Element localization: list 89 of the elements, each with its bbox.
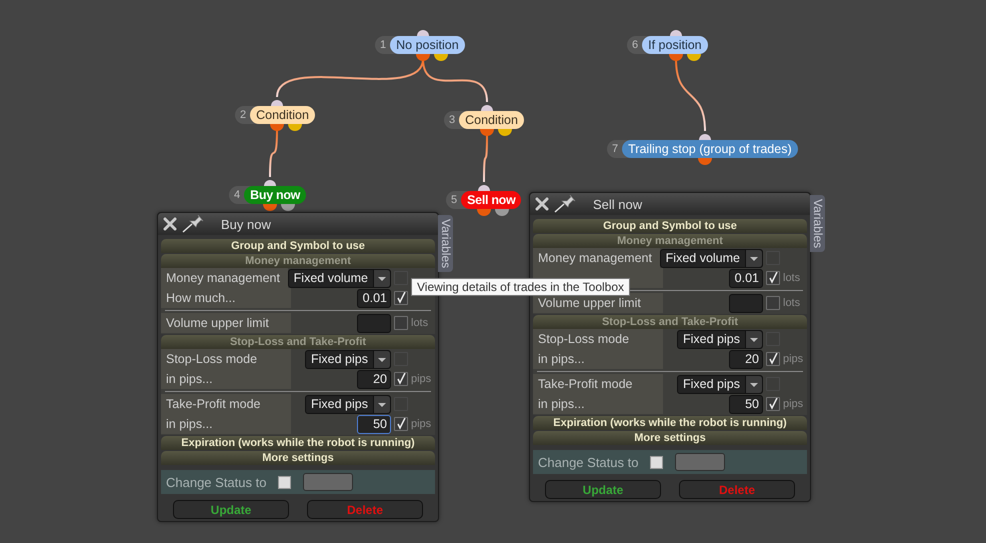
status-checkbox[interactable] <box>650 456 664 468</box>
section-header[interactable]: Expiration (works while the robot is running) <box>533 416 807 430</box>
field-label: in pips... <box>161 414 291 434</box>
field-label: Stop-Loss mode <box>533 329 663 349</box>
flow-node[interactable]: Condition <box>459 111 524 129</box>
number-field[interactable]: 0.01 <box>729 268 763 288</box>
section-header[interactable]: Group and Symbol to use <box>161 239 435 253</box>
connector <box>269 128 278 178</box>
number-field[interactable]: 20 <box>729 350 763 368</box>
field-label: Take-Profit mode <box>161 394 291 414</box>
input-port[interactable] <box>670 30 682 36</box>
number-field[interactable]: 50 <box>357 414 391 434</box>
output-port[interactable] <box>477 209 491 216</box>
checkbox[interactable] <box>766 397 780 411</box>
flow-node[interactable]: Trailing stop (group of trades) <box>622 140 798 158</box>
unit-label: pips <box>411 418 432 430</box>
status-checkbox[interactable] <box>278 476 292 488</box>
section-header[interactable]: Group and Symbol to use <box>533 219 807 233</box>
field-label: Money management <box>161 268 288 288</box>
flow-node[interactable]: Buy now <box>244 186 306 204</box>
number-field[interactable]: 20 <box>357 370 391 388</box>
caret-icon <box>745 376 762 392</box>
input-port[interactable] <box>481 105 493 111</box>
number-field[interactable]: 50 <box>729 394 763 414</box>
input-port[interactable] <box>271 100 283 106</box>
output-port[interactable] <box>669 54 683 61</box>
output-port[interactable] <box>288 124 302 131</box>
checkbox[interactable] <box>766 352 780 366</box>
input-port[interactable] <box>264 180 276 186</box>
unit-label: pips <box>411 373 432 385</box>
output-port[interactable] <box>687 54 701 61</box>
status-label: Change Status to <box>166 474 266 490</box>
flow-node[interactable]: If position <box>642 36 708 54</box>
field-label: Volume upper limit <box>161 313 291 333</box>
variables-tab[interactable]: Variables <box>438 215 453 272</box>
input-port[interactable] <box>699 134 711 140</box>
checkbox[interactable] <box>766 271 780 285</box>
field-label: How much... <box>161 288 291 308</box>
close-icon[interactable] <box>535 197 549 211</box>
close-icon[interactable] <box>163 217 177 231</box>
unit-label: pips <box>783 398 804 410</box>
unit-label: lots <box>411 317 430 329</box>
section-header[interactable]: More settings <box>533 431 807 445</box>
flow-node[interactable]: Condition <box>250 106 315 124</box>
section-header[interactable]: Expiration (works while the robot is running) <box>161 436 435 450</box>
checkbox[interactable] <box>394 316 408 330</box>
flow-node[interactable]: Sell now <box>461 191 522 209</box>
output-port[interactable] <box>495 209 509 216</box>
connector <box>483 134 488 182</box>
status-label: Change Status to <box>538 454 638 470</box>
unit-label: pips <box>783 353 804 365</box>
output-port[interactable] <box>480 129 494 136</box>
field-label: in pips... <box>161 369 291 389</box>
number-field[interactable] <box>357 314 391 332</box>
status-field[interactable] <box>675 453 726 471</box>
number-field[interactable]: 0.01 <box>357 288 391 308</box>
output-port[interactable] <box>698 158 712 165</box>
output-port[interactable] <box>498 129 512 136</box>
number-field[interactable] <box>729 294 763 312</box>
field-label: Take-Profit mode <box>533 374 663 394</box>
field-label: Stop-Loss mode <box>161 349 291 369</box>
checkbox[interactable] <box>766 296 780 310</box>
output-port[interactable] <box>263 204 277 211</box>
field-label: Money management <box>533 248 660 268</box>
variables-tab[interactable]: Variables <box>810 195 825 252</box>
section-header[interactable]: More settings <box>161 451 435 465</box>
caret-icon <box>373 396 390 412</box>
checkbox[interactable] <box>394 372 408 386</box>
field-label: in pips... <box>533 394 663 414</box>
unit-label: lots <box>783 297 802 309</box>
flow-node[interactable]: No position <box>390 36 465 54</box>
output-port[interactable] <box>434 54 448 61</box>
input-port[interactable] <box>478 185 490 191</box>
output-port[interactable] <box>281 204 295 211</box>
pin-icon[interactable] <box>182 215 204 233</box>
checkbox[interactable] <box>394 417 408 431</box>
pin-icon[interactable] <box>554 195 576 213</box>
output-port[interactable] <box>270 124 284 131</box>
status-field[interactable] <box>303 473 354 491</box>
tooltip: Viewing details of trades in the Toolbox <box>411 278 630 296</box>
output-port[interactable] <box>416 54 430 61</box>
checkbox[interactable] <box>394 291 408 305</box>
update-button[interactable]: Update <box>173 500 289 519</box>
window-title: Sell now <box>593 196 642 212</box>
window-title: Buy now <box>221 216 271 232</box>
input-port[interactable] <box>417 30 429 36</box>
update-button[interactable]: Update <box>545 480 661 499</box>
field-label: in pips... <box>533 349 663 369</box>
unit-label: lots <box>783 272 802 284</box>
